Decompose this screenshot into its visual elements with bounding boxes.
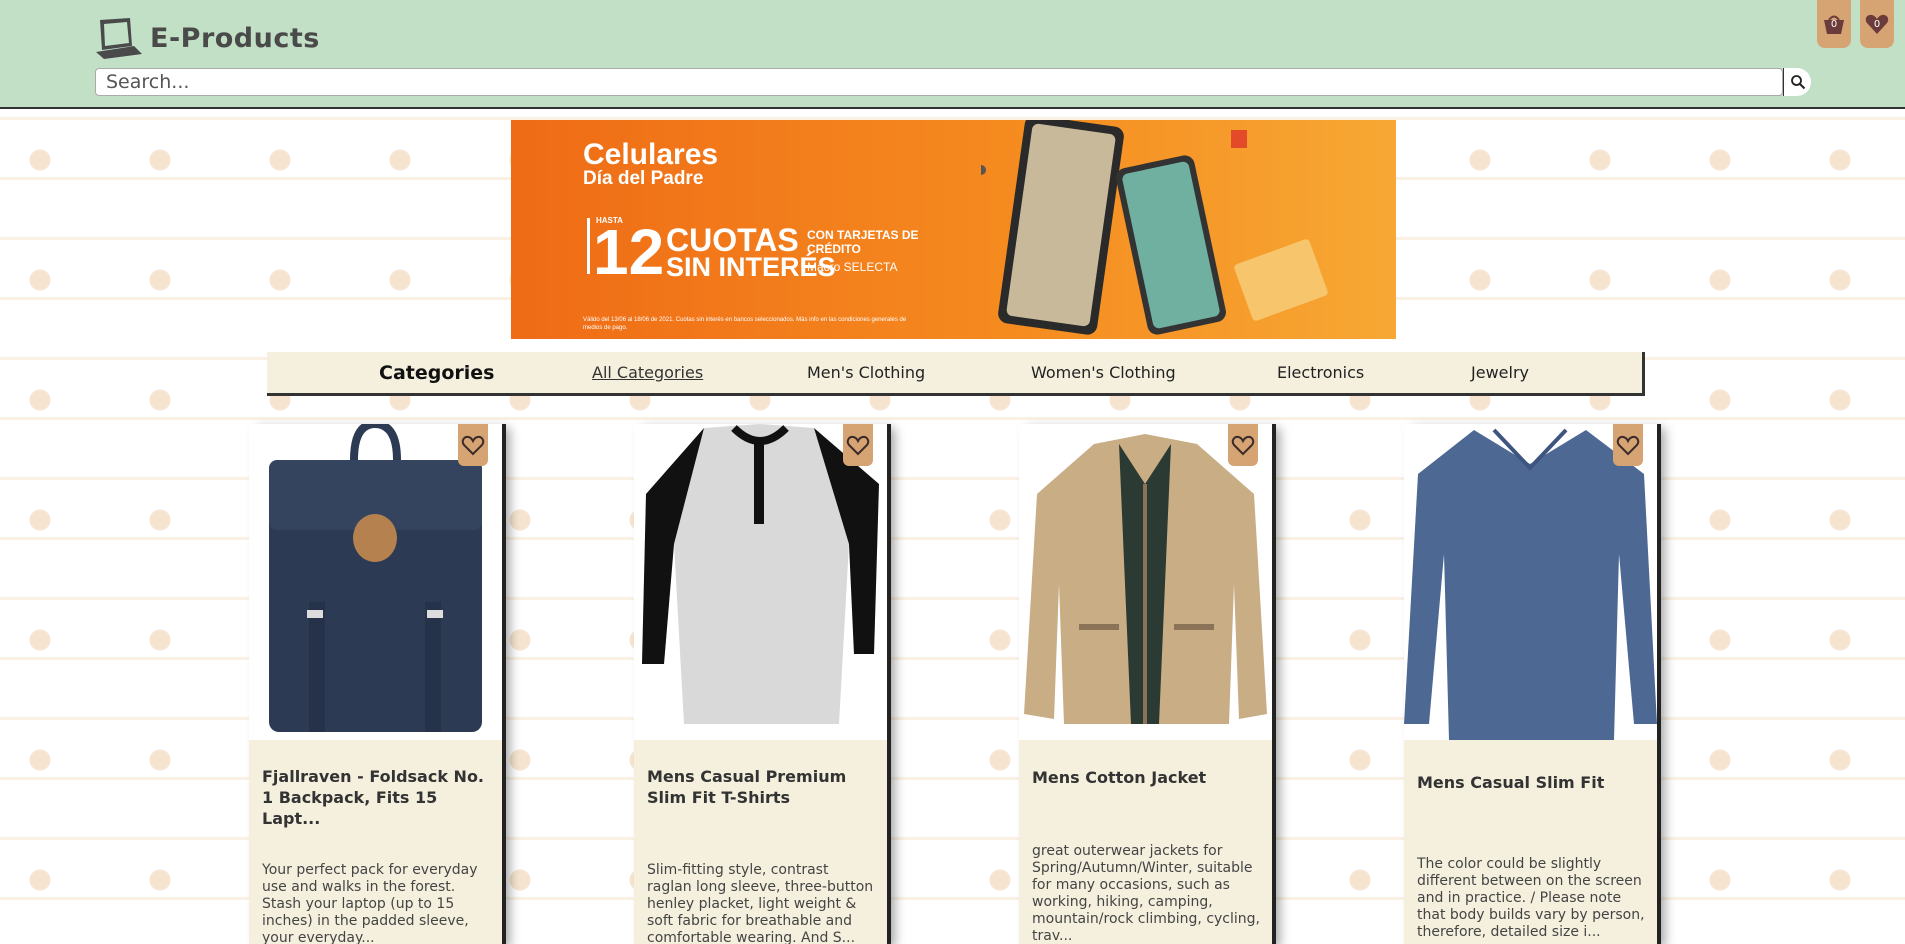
promo-banner[interactable]: Celulares Día del Padre HASTA 12 CUOTAS …: [511, 120, 1396, 339]
category-jewelry[interactable]: Jewelry: [1471, 363, 1529, 382]
product-description: The color could be slightly different be…: [1417, 856, 1645, 940]
brand-logo[interactable]: E-Products: [94, 16, 320, 60]
product-card[interactable]: Mens Casual Premium Slim Fit T-Shirts Sl…: [634, 424, 887, 944]
product-title[interactable]: Mens Casual Premium Slim Fit T-Shirts: [647, 766, 875, 808]
search-button[interactable]: [1783, 68, 1811, 96]
banner-title: Celulares: [583, 138, 719, 171]
categories-title: Categories: [379, 361, 495, 384]
category-all[interactable]: All Categories: [592, 363, 703, 382]
banner-divider: [587, 218, 590, 274]
favorite-button[interactable]: [843, 424, 873, 466]
banner-macro: Macro SELECTA: [807, 260, 898, 274]
product-title[interactable]: Mens Cotton Jacket: [1032, 767, 1260, 788]
search-icon: [1790, 75, 1805, 90]
categories-bar: Categories All Categories Men's Clothing…: [267, 352, 1645, 396]
product-image: [1404, 424, 1657, 740]
product-card[interactable]: Mens Cotton Jacket great outerwear jacke…: [1019, 424, 1272, 944]
category-mens-clothing[interactable]: Men's Clothing: [807, 363, 925, 382]
search-input[interactable]: [95, 68, 1783, 96]
brand-name: E-Products: [150, 22, 320, 54]
cart-count: 0: [1830, 19, 1838, 30]
banner-subtitle: Día del Padre: [583, 168, 704, 189]
heart-outline-icon: [1231, 435, 1255, 456]
banner-number: 12: [593, 216, 665, 288]
product-title[interactable]: Mens Casual Slim Fit: [1417, 772, 1645, 793]
product-card[interactable]: Mens Casual Slim Fit The color could be …: [1404, 424, 1657, 944]
top-header: E-Products 0 0: [0, 0, 1905, 109]
product-card[interactable]: Fjallraven - Foldsack No. 1 Backpack, Fi…: [249, 424, 502, 944]
product-title[interactable]: Fjallraven - Foldsack No. 1 Backpack, Fi…: [262, 766, 490, 829]
product-image: [249, 424, 502, 740]
heart-outline-icon: [1616, 435, 1640, 456]
favorite-button[interactable]: [458, 424, 488, 466]
phones-image: [981, 120, 1328, 335]
banner-tarjetas: CON TARJETAS DE CRÉDITO: [807, 228, 919, 256]
favorites-button[interactable]: 0: [1860, 0, 1894, 48]
product-description: great outerwear jackets for Spring/Autum…: [1032, 843, 1260, 944]
product-description: Your perfect pack for everyday use and w…: [262, 862, 478, 944]
product-image: [1019, 424, 1272, 740]
banner-legal: Válido del 13/06 al 18/06 de 2021. Cuota…: [583, 317, 907, 331]
category-womens-clothing[interactable]: Women's Clothing: [1031, 363, 1176, 382]
favorite-button[interactable]: [1228, 424, 1258, 466]
product-description: Slim-fitting style, contrast raglan long…: [647, 862, 874, 944]
heart-outline-icon: [846, 435, 870, 456]
cart-button[interactable]: 0: [1817, 0, 1851, 48]
product-image: [634, 424, 887, 740]
favorite-button[interactable]: [1613, 424, 1643, 466]
heart-outline-icon: [461, 435, 485, 456]
laptop-icon: [96, 18, 142, 59]
category-electronics[interactable]: Electronics: [1277, 363, 1364, 382]
favorites-count: 0: [1873, 19, 1881, 30]
